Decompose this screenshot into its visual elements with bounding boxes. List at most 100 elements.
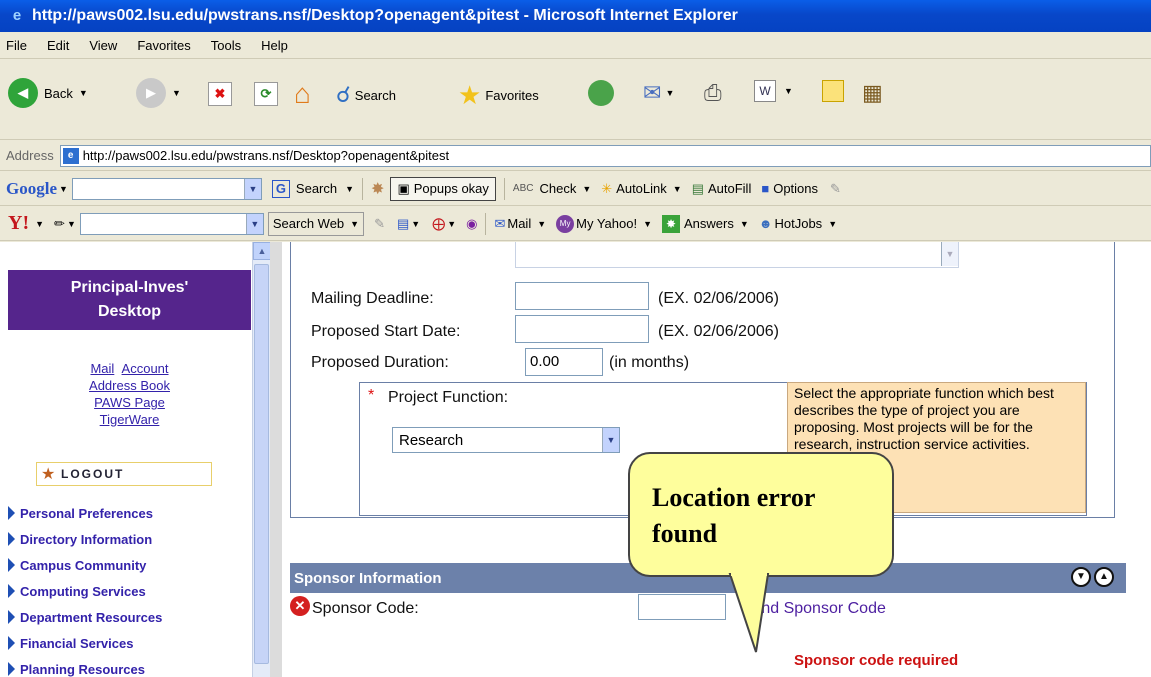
menu-file[interactable]: File (6, 38, 27, 53)
menu-favorites[interactable]: Favorites (137, 38, 190, 53)
crosshair-icon[interactable]: ⨁ (432, 216, 445, 232)
chevron-down-icon[interactable]: ▼ (245, 213, 263, 234)
mailing-deadline-input[interactable] (515, 282, 649, 310)
link-address-book[interactable]: Address Book (89, 378, 170, 393)
google-logo[interactable]: Google (6, 179, 57, 199)
address-input[interactable]: e http://paws002.lsu.edu/pwstrans.nsf/De… (59, 144, 1151, 167)
window-title-bar: e http://paws002.lsu.edu/pwstrans.nsf/De… (0, 0, 1151, 32)
mailing-deadline-label: Mailing Deadline: (311, 290, 434, 307)
pencil-icon[interactable]: ✎ (830, 181, 841, 197)
link-mail[interactable]: Mail (90, 361, 114, 376)
ie-logo-icon: e (12, 7, 22, 24)
autofill-label: AutoFill (707, 181, 752, 196)
mail-button[interactable]: ✉ ▼ (643, 80, 674, 106)
answers-button[interactable]: ✸ Answers ▼ (662, 214, 749, 233)
sidebar-item-personal-preferences[interactable]: Personal Preferences (8, 500, 162, 526)
link-account[interactable]: Account (122, 361, 169, 376)
chevron-down-icon: ▼ (665, 88, 675, 98)
scroll-up-icon[interactable]: ▲ (253, 242, 271, 260)
sidebar-item-planning-resources[interactable]: Planning Resources (8, 656, 162, 677)
arrow-right-icon (8, 610, 15, 624)
page-icon: e (62, 147, 79, 164)
autofill-icon: ▤ (691, 180, 704, 196)
news-icon[interactable]: ✸ (371, 179, 384, 199)
project-function-select[interactable]: Research ▼ (392, 427, 620, 453)
home-button[interactable]: ⌂ (294, 78, 311, 110)
sidebar-item-department-resources[interactable]: Department Resources (8, 604, 162, 630)
layout-icon[interactable]: ▤ (397, 216, 409, 232)
spell-check-button[interactable]: ABC Check ▼ (513, 181, 591, 196)
sidebar-item-campus-community[interactable]: Campus Community (8, 552, 162, 578)
arrow-right-icon (8, 636, 15, 650)
options-button[interactable]: ■ Options ✎ (761, 181, 841, 197)
edit-button[interactable]: W ▼ (754, 80, 793, 102)
proposed-duration-input[interactable]: 0.00 (525, 348, 603, 376)
logout-button[interactable]: ★ LOGOUT (36, 462, 212, 486)
chevron-down-icon: ▼ (345, 183, 355, 194)
collapse-up-icon[interactable]: ▲ (1094, 567, 1114, 587)
autofill-button[interactable]: ▤ AutoFill (692, 181, 752, 197)
popups-label: Popups okay (413, 181, 489, 196)
sidebar-item-computing-services[interactable]: Computing Services (8, 578, 162, 604)
chevron-down-icon: ▼ (582, 183, 592, 194)
link-paws-page[interactable]: PAWS Page (94, 395, 165, 410)
proposed-duration-value: 0.00 (530, 353, 560, 370)
search-web-button[interactable]: Search Web ▼ (267, 211, 365, 236)
spell-check-icon: ABC (512, 183, 534, 194)
sidebar-scrollbar[interactable]: ▲ (252, 242, 271, 677)
yahoo-toolbar: Y! ▼ ✏ ▼ ▼ Search Web ▼ ✎ ▤ ▼ ⨁ ▼ ◉ ✉ Ma… (0, 207, 1151, 241)
my-yahoo-label: My Yahoo! (576, 216, 638, 231)
back-button[interactable]: ◀ Back ▼ (8, 78, 88, 108)
menu-help[interactable]: Help (261, 38, 288, 53)
check-label: Check (539, 181, 577, 196)
chevron-down-icon: ▼ (828, 218, 838, 229)
popups-okay-button[interactable]: ▣ Popups okay (390, 176, 496, 201)
proposed-duration-unit: (in months) (609, 354, 690, 371)
chevron-down-icon: ▼ (784, 86, 793, 96)
project-function-label: Project Function: (388, 389, 509, 406)
forward-arrow-icon: ▶ (136, 78, 166, 108)
sidebar-frame: Principal-Inves' Desktop Mail Account Ad… (8, 242, 251, 677)
music-icon[interactable]: ◉ (466, 216, 477, 232)
discuss-button[interactable] (822, 80, 844, 102)
menu-tools[interactable]: Tools (211, 38, 241, 53)
menu-bar: File Edit View Favorites Tools Help (0, 32, 1151, 59)
search-button[interactable]: ☌ Search (336, 82, 396, 108)
sidebar-item-directory-information[interactable]: Directory Information (8, 526, 162, 552)
yahoo-mail-button[interactable]: ✉ Mail ▼ (494, 216, 546, 232)
proposed-start-input[interactable] (515, 315, 649, 343)
error-icon: ✕ (290, 596, 310, 616)
stop-button[interactable]: ✖ (208, 82, 232, 106)
chevron-down-icon: ▼ (66, 218, 76, 229)
chevron-down-icon[interactable]: ▼ (941, 242, 958, 266)
yahoo-logo[interactable]: Y! (8, 212, 29, 235)
top-select[interactable]: ▼ (515, 242, 959, 268)
scrollbar-thumb[interactable] (254, 264, 269, 664)
chevron-down-icon[interactable]: ▼ (243, 178, 261, 199)
forward-button[interactable]: ▶ ▼ (136, 78, 181, 108)
chevron-down-icon[interactable]: ▼ (602, 428, 619, 452)
sponsor-code-input[interactable] (638, 594, 726, 620)
favorites-button[interactable]: ★ Favorites (458, 80, 539, 111)
my-yahoo-button[interactable]: My My Yahoo! ▼ (556, 214, 652, 233)
menu-edit[interactable]: Edit (47, 38, 69, 53)
autolink-button[interactable]: ✳ AutoLink ▼ (601, 181, 681, 197)
sponsor-code-label: Sponsor Code: (312, 600, 419, 617)
google-search-button[interactable]: G Search ▼ (271, 179, 355, 198)
hotjobs-button[interactable]: ☻ HotJobs ▼ (759, 216, 837, 231)
options-label: Options (773, 181, 819, 196)
sidebar-item-financial-services[interactable]: Financial Services (8, 630, 162, 656)
stop-icon: ✖ (208, 82, 232, 106)
refresh-button[interactable]: ⟳ (254, 82, 278, 106)
highlight-icon[interactable]: ✎ (374, 216, 385, 232)
print-button[interactable]: ⎙ (704, 80, 722, 106)
research-button[interactable]: ▦ (862, 80, 883, 106)
google-search-input[interactable]: ▼ (71, 177, 262, 200)
logout-label: LOGOUT (61, 467, 125, 481)
history-button[interactable] (588, 80, 614, 106)
yahoo-search-input[interactable]: ▼ (79, 212, 264, 235)
menu-view[interactable]: View (89, 38, 117, 53)
pencil-icon[interactable]: ✏ (54, 216, 65, 232)
expand-down-icon[interactable]: ▼ (1071, 567, 1091, 587)
link-tigerware[interactable]: TigerWare (100, 412, 160, 427)
